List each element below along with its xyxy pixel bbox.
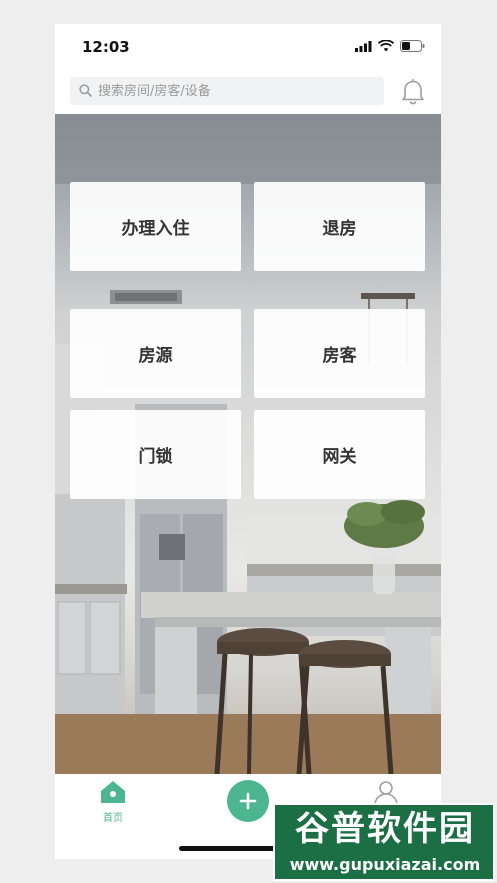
search-icon bbox=[79, 84, 92, 97]
wifi-icon bbox=[378, 40, 394, 52]
signal-icon bbox=[355, 40, 372, 52]
kitchen-background-image: 办理入住 退房 房源 房客 门锁 网关 bbox=[55, 114, 441, 774]
tile-check-out[interactable]: 退房 bbox=[254, 182, 425, 271]
search-bar[interactable] bbox=[70, 77, 384, 105]
home-icon bbox=[101, 781, 125, 803]
tile-door-lock[interactable]: 门锁 bbox=[70, 410, 241, 499]
watermark-url: www.gupuxiazai.com bbox=[289, 855, 481, 874]
status-bar: 12:03 bbox=[55, 24, 441, 70]
tile-check-in[interactable]: 办理入住 bbox=[70, 182, 241, 271]
add-button[interactable] bbox=[227, 780, 269, 822]
search-input[interactable] bbox=[98, 77, 368, 105]
bell-icon[interactable] bbox=[400, 78, 426, 105]
tab-home-label: 首页 bbox=[103, 813, 123, 824]
status-time: 12:03 bbox=[82, 38, 130, 56]
phone-screen: 12:03 搜索房间/房客/设备 办理入住 退房 房源 房客 门锁 网关 首页 bbox=[55, 24, 441, 859]
plus-icon bbox=[239, 792, 257, 810]
tile-gateway[interactable]: 网关 bbox=[254, 410, 425, 499]
tab-home[interactable]: 首页 bbox=[98, 780, 128, 824]
battery-icon bbox=[400, 40, 425, 52]
watermark-text: 谷普软件园 bbox=[295, 809, 475, 849]
tile-guests[interactable]: 房客 bbox=[254, 309, 425, 398]
status-icons bbox=[355, 40, 425, 52]
tile-rooms[interactable]: 房源 bbox=[70, 309, 241, 398]
site-watermark: 谷普软件园 www.gupuxiazai.com bbox=[273, 803, 495, 881]
